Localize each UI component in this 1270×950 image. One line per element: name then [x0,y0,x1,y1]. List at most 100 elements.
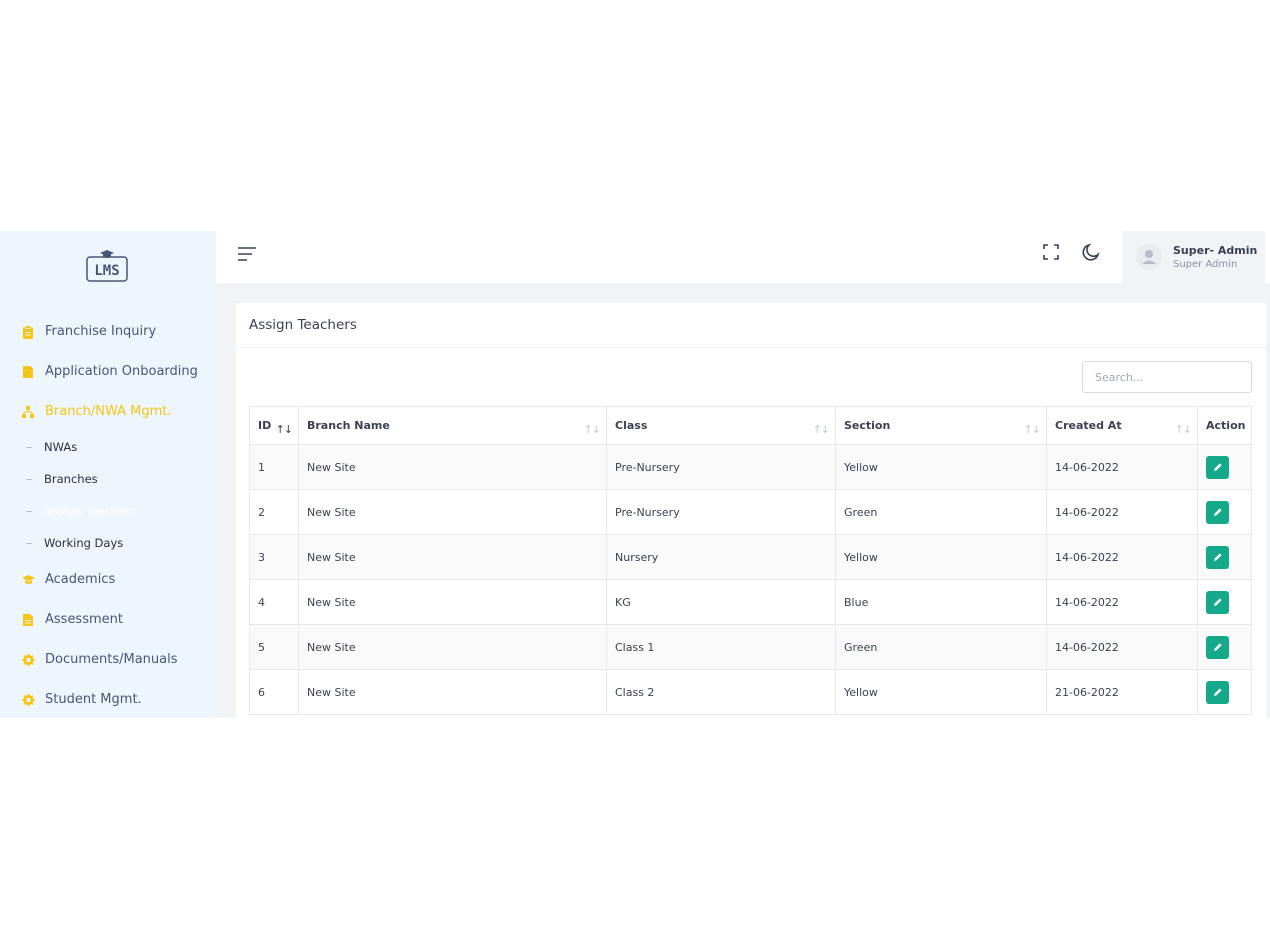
cell-branch: New Site [298,624,607,670]
dark-mode-moon-icon[interactable] [1080,241,1102,263]
app-viewport: LMS Franchise Inquiry Application Onboar… [0,231,1270,718]
pencil-icon [1213,688,1222,696]
file-icon [22,364,34,378]
cell-class: Nursery [606,534,836,580]
user-role: Super Admin [1173,259,1238,270]
column-header-class[interactable]: Class ↑↓ [606,406,836,445]
sidebar-subitem-assign-teachers[interactable]: Assign Teachers [0,495,216,527]
sidebar-item-label: Franchise Inquiry [45,323,157,339]
gear-icon [22,692,35,707]
topbar: Super- Admin Super Admin [216,231,1270,283]
cell-section: Yellow [835,669,1047,715]
column-header-created-at[interactable]: Created At ↑↓ [1046,406,1198,445]
cell-id: 2 [249,489,299,535]
cell-id: 4 [249,579,299,625]
sidebar-item-assessment[interactable]: Assessment [0,599,216,639]
sort-asc-icon: ↑↓ [275,423,293,436]
cell-branch: New Site [298,579,607,625]
cell-class: Pre-Nursery [606,489,836,535]
sidebar-subitem-working-days[interactable]: Working Days [0,527,216,559]
sidebar-subitem-nwas[interactable]: NWAs [0,431,216,463]
cell-id: 3 [249,534,299,580]
user-menu[interactable]: Super- Admin Super Admin [1122,231,1265,283]
sidebar-item-franchise-inquiry[interactable]: Franchise Inquiry [0,311,216,351]
pencil-icon [1213,643,1222,651]
sidebar-item-label: Assessment [45,611,123,627]
cell-created: 14-06-2022 [1046,624,1198,670]
edit-button[interactable] [1206,590,1229,614]
logo-text: LMS [94,263,119,279]
sort-icon: ↑↓ [1023,423,1041,436]
avatar [1136,244,1162,270]
edit-button[interactable] [1206,545,1229,569]
cell-id: 5 [249,624,299,670]
dash-icon [26,478,32,480]
table-row: 4 New Site KG Blue 14-06-2022 [249,579,1252,625]
sidebar-item-documents-manuals[interactable]: Documents/Manuals [0,639,216,679]
menu-toggle-icon[interactable] [238,245,258,263]
sidebar-subitem-label: Working Days [44,536,124,550]
cell-action [1197,579,1252,625]
clipboard-icon [22,324,34,339]
assign-teachers-card: Assign Teachers ID↑↓ Branch Name↑↓ Class… [236,303,1266,718]
lms-logo[interactable]: LMS [86,249,128,283]
cell-section: Yellow [835,444,1047,490]
column-header-branch-name[interactable]: Branch Name ↑↓ [298,406,607,445]
cell-class: KG [606,579,836,625]
column-header-id[interactable]: ID ↑↓ [249,406,299,445]
sitemap-icon [22,404,34,418]
cell-created: 14-06-2022 [1046,534,1198,580]
user-name: Super- Admin [1173,244,1258,257]
edit-button[interactable] [1206,455,1229,479]
cell-class: Pre-Nursery [606,444,836,490]
pencil-icon [1213,598,1222,606]
cell-class: Class 2 [606,669,836,715]
sidebar-item-academics[interactable]: Academics [0,559,216,599]
graduation-cap-icon [22,572,35,586]
cell-action [1197,669,1252,715]
cell-branch: New Site [298,489,607,535]
cell-created: 14-06-2022 [1046,444,1198,490]
sidebar-item-label: Academics [45,571,116,587]
cell-id: 1 [249,444,299,490]
cell-id: 6 [249,669,299,715]
sidebar-item-label: Documents/Manuals [45,651,178,667]
sidebar-subitem-label: Branches [44,472,98,486]
cell-action [1197,624,1252,670]
divider [236,347,1266,348]
table-row: 2 New Site Pre-Nursery Green 14-06-2022 [249,489,1252,535]
dash-icon [26,542,32,544]
column-header-section[interactable]: Section ↑↓ [835,406,1047,445]
table-row: 5 New Site Class 1 Green 14-06-2022 [249,624,1252,670]
fullscreen-icon[interactable] [1042,243,1060,261]
sidebar-item-student-mgmt[interactable]: Student Mgmt. [0,679,216,718]
search-input[interactable] [1082,361,1252,393]
dash-icon [26,510,32,512]
sidebar-subitem-label: Assign Teachers [44,504,136,518]
cell-created: 14-06-2022 [1046,489,1198,535]
edit-button[interactable] [1206,500,1229,524]
sidebar-item-label: Student Mgmt. [45,691,142,707]
pencil-icon [1213,508,1222,516]
gear-icon [22,652,35,667]
cell-action [1197,444,1252,490]
sidebar-item-application-onboarding[interactable]: Application Onboarding [0,351,216,391]
cell-action [1197,489,1252,535]
assign-teachers-table: ID ↑↓ Branch Name ↑↓ Class ↑↓ Section ↑↓ Cre… [249,406,1252,715]
cell-branch: New Site [298,444,607,490]
table-row: 3 New Site Nursery Yellow 14-06-2022 [249,534,1252,580]
cell-section: Blue [835,579,1047,625]
pencil-icon [1213,553,1222,561]
cell-created: 21-06-2022 [1046,669,1198,715]
sidebar-item-branch-nwa-mgmt[interactable]: Branch/NWA Mgmt. [0,391,216,431]
cell-branch: New Site [298,669,607,715]
cell-section: Green [835,489,1047,535]
cell-section: Green [835,624,1047,670]
sort-icon: ↑↓ [583,423,601,436]
sidebar-subitem-branches[interactable]: Branches [0,463,216,495]
sidebar-item-label: Branch/NWA Mgmt. [45,403,172,419]
sort-icon: ↑↓ [1174,423,1192,436]
edit-button[interactable] [1206,680,1229,704]
cell-section: Yellow [835,534,1047,580]
edit-button[interactable] [1206,635,1229,659]
